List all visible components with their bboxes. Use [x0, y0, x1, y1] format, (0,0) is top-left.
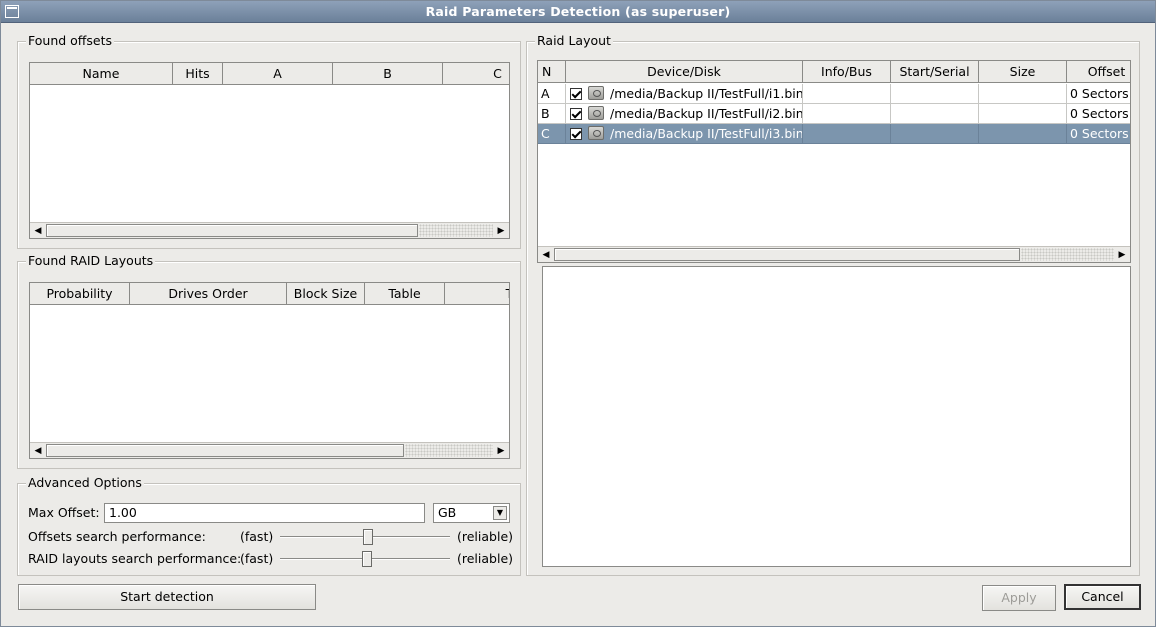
title-bar[interactable]: Raid Parameters Detection (as superuser)	[1, 1, 1155, 23]
disk-icon	[588, 86, 604, 100]
start-detection-button[interactable]: Start detection	[18, 584, 316, 610]
column-header-block-size[interactable]: Block Size	[287, 283, 365, 305]
table-row[interactable]: B /media/Backup II/TestFull/i2.bin 0 Sec…	[538, 104, 1130, 124]
advanced-options-title: Advanced Options	[26, 475, 144, 490]
max-offset-unit-select[interactable]: GB ▼	[433, 503, 510, 523]
row-n: C	[538, 124, 566, 144]
apply-button[interactable]: Apply	[982, 585, 1056, 611]
drive-checkbox[interactable]	[570, 87, 582, 100]
scroll-right-icon[interactable]: ▶	[495, 445, 507, 457]
raid-layout-header: N Device/Disk Info/Bus Start/Serial Size…	[538, 61, 1130, 83]
found-raid-layouts-title: Found RAID Layouts	[26, 253, 156, 268]
column-header-a[interactable]: A	[223, 63, 333, 85]
offsets-perf-label: Offsets search performance:	[28, 529, 206, 544]
found-offsets-table[interactable]: Name Hits A B C ◀ ▶	[29, 62, 510, 239]
drive-checkbox[interactable]	[570, 127, 582, 140]
max-offset-label: Max Offset:	[28, 505, 100, 520]
found-offsets-header: Name Hits A B C	[30, 63, 509, 85]
raid-layout-group: Raid Layout N Device/Disk Info/Bus Start…	[526, 33, 1140, 576]
offsets-perf-fast-label: (fast)	[240, 529, 274, 544]
scroll-thumb[interactable]	[46, 444, 404, 457]
column-header-info-bus[interactable]: Info/Bus	[803, 61, 891, 83]
row-offset: 0 Sectors	[1067, 124, 1130, 144]
advanced-options-group: Advanced Options Max Offset: 1.00 GB ▼ O…	[17, 475, 521, 576]
row-info	[803, 104, 891, 124]
row-n: A	[538, 84, 566, 104]
drive-checkbox[interactable]	[570, 107, 582, 120]
scroll-left-icon[interactable]: ◀	[32, 225, 44, 237]
row-info	[803, 84, 891, 104]
max-offset-input[interactable]: 1.00	[104, 503, 425, 523]
device-path: /media/Backup II/TestFull/i1.bin	[610, 86, 803, 101]
scroll-thumb[interactable]	[554, 248, 1020, 261]
found-offsets-group: Found offsets Name Hits A B C ◀ ▶	[17, 33, 521, 249]
max-offset-unit-value: GB	[438, 505, 457, 520]
layouts-perf-slider[interactable]	[280, 551, 450, 567]
layouts-perf-slider-handle[interactable]	[362, 551, 372, 567]
row-start	[891, 124, 979, 144]
layouts-perf-label: RAID layouts search performance:	[28, 551, 242, 566]
scroll-right-icon[interactable]: ▶	[495, 225, 507, 237]
column-header-start-serial[interactable]: Start/Serial	[891, 61, 979, 83]
layouts-perf-fast-label: (fast)	[240, 551, 274, 566]
raid-layout-hscrollbar[interactable]: ◀ ▶	[538, 246, 1130, 262]
dialog-window: Raid Parameters Detection (as superuser)…	[0, 0, 1156, 627]
scroll-left-icon[interactable]: ◀	[540, 249, 552, 261]
found-raid-layouts-group: Found RAID Layouts Probability Drives Or…	[17, 253, 521, 469]
details-panel	[542, 266, 1131, 567]
column-header-drives-order[interactable]: Drives Order	[130, 283, 287, 305]
offsets-perf-reliable-label: (reliable)	[457, 529, 514, 544]
scroll-left-icon[interactable]: ◀	[32, 445, 44, 457]
column-header-hits[interactable]: Hits	[173, 63, 223, 85]
scroll-right-icon[interactable]: ▶	[1116, 249, 1128, 261]
row-offset: 0 Sectors	[1067, 104, 1130, 124]
column-header-t[interactable]: T	[445, 283, 509, 305]
row-start	[891, 104, 979, 124]
column-header-c[interactable]: C	[443, 63, 509, 85]
table-row[interactable]: C /media/Backup II/TestFull/i3.bin 0 Sec…	[538, 124, 1130, 144]
raid-layout-title: Raid Layout	[535, 33, 613, 48]
row-size	[979, 124, 1067, 144]
found-raid-layouts-table[interactable]: Probability Drives Order Block Size Tabl…	[29, 282, 510, 459]
column-header-table[interactable]: Table	[365, 283, 445, 305]
row-device: /media/Backup II/TestFull/i2.bin	[566, 104, 803, 124]
offsets-perf-slider-handle[interactable]	[363, 529, 373, 545]
found-raid-layouts-header: Probability Drives Order Block Size Tabl…	[30, 283, 509, 305]
scroll-thumb[interactable]	[46, 224, 418, 237]
device-path: /media/Backup II/TestFull/i2.bin	[610, 106, 803, 121]
column-header-n[interactable]: N	[538, 61, 566, 83]
chevron-down-icon[interactable]: ▼	[493, 506, 507, 520]
found-offsets-title: Found offsets	[26, 33, 115, 48]
column-header-name[interactable]: Name	[30, 63, 173, 85]
row-n: B	[538, 104, 566, 124]
row-device: /media/Backup II/TestFull/i1.bin	[566, 84, 803, 104]
cancel-button[interactable]: Cancel	[1064, 584, 1141, 610]
found-raid-layouts-hscrollbar[interactable]: ◀ ▶	[30, 442, 509, 458]
disk-icon	[588, 126, 604, 140]
column-header-offset[interactable]: Offset	[1067, 61, 1130, 83]
column-header-device-disk[interactable]: Device/Disk	[566, 61, 803, 83]
row-device: /media/Backup II/TestFull/i3.bin	[566, 124, 803, 144]
window-title: Raid Parameters Detection (as superuser)	[425, 4, 731, 19]
raid-layout-table[interactable]: N Device/Disk Info/Bus Start/Serial Size…	[537, 60, 1131, 263]
column-header-b[interactable]: B	[333, 63, 443, 85]
column-header-probability[interactable]: Probability	[30, 283, 130, 305]
row-info	[803, 124, 891, 144]
offsets-perf-slider[interactable]	[280, 529, 450, 545]
row-size	[979, 84, 1067, 104]
table-row[interactable]: A /media/Backup II/TestFull/i1.bin 0 Sec…	[538, 84, 1130, 104]
layouts-perf-reliable-label: (reliable)	[457, 551, 514, 566]
device-path: /media/Backup II/TestFull/i3.bin	[610, 126, 803, 141]
column-header-size[interactable]: Size	[979, 61, 1067, 83]
row-offset: 0 Sectors	[1067, 84, 1130, 104]
row-start	[891, 84, 979, 104]
disk-icon	[588, 106, 604, 120]
found-offsets-hscrollbar[interactable]: ◀ ▶	[30, 222, 509, 238]
row-size	[979, 104, 1067, 124]
